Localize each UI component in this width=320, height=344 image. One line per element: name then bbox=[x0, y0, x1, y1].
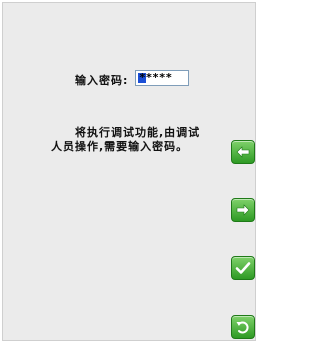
password-input[interactable]: ***** bbox=[135, 70, 189, 86]
password-value: ***** bbox=[139, 71, 173, 84]
info-message: 将执行调试功能,由调试 人员操作,需要输入密码。 bbox=[51, 126, 219, 154]
checkmark-icon bbox=[235, 262, 251, 274]
forward-arrow-icon bbox=[236, 204, 250, 216]
screen-panel: 输入密码: ***** 将执行调试功能,由调试 人员操作,需要输入密码。 bbox=[2, 2, 256, 341]
return-button[interactable] bbox=[231, 315, 255, 339]
forward-button[interactable] bbox=[231, 198, 255, 222]
confirm-button[interactable] bbox=[231, 256, 255, 280]
password-label: 输入密码: bbox=[75, 74, 129, 87]
back-arrow-icon bbox=[236, 146, 250, 158]
message-line-1: 将执行调试功能,由调试 bbox=[75, 126, 201, 139]
message-line-2: 人员操作,需要输入密码。 bbox=[51, 140, 189, 153]
return-icon bbox=[236, 321, 249, 334]
password-row: 输入密码: ***** bbox=[3, 70, 257, 90]
back-button[interactable] bbox=[231, 140, 255, 164]
